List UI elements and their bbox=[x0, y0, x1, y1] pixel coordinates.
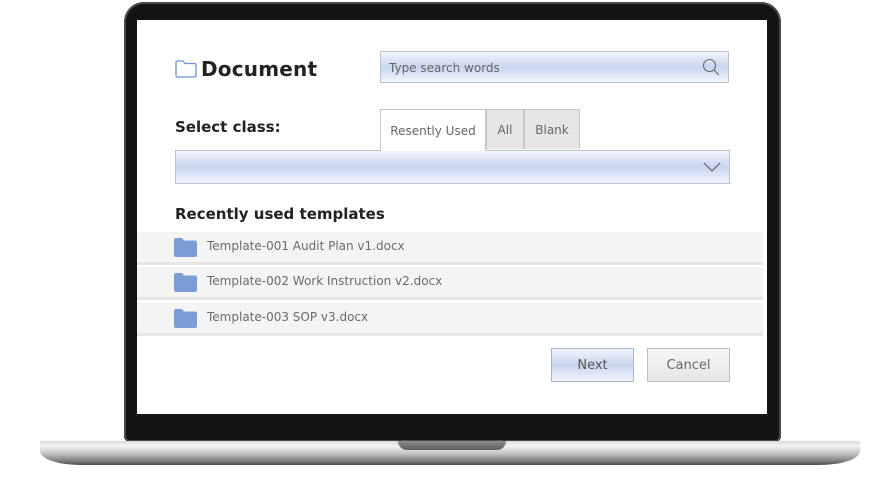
search-input[interactable] bbox=[381, 52, 701, 84]
tab-resently-used[interactable]: Resently Used bbox=[380, 109, 486, 151]
cancel-button[interactable]: Cancel bbox=[647, 348, 730, 382]
template-name: Template-003 SOP v3.docx bbox=[207, 310, 369, 324]
folder-icon bbox=[174, 309, 197, 328]
page-title: Document bbox=[201, 57, 318, 81]
tab-all[interactable]: All bbox=[486, 109, 524, 149]
chevron-down-icon[interactable] bbox=[703, 160, 721, 174]
search-icon[interactable] bbox=[702, 58, 720, 76]
template-list-item[interactable]: Template-002 Work Instruction v2.docx bbox=[137, 267, 763, 300]
template-list-item[interactable]: Template-003 SOP v3.docx bbox=[137, 303, 763, 336]
recent-templates-title: Recently used templates bbox=[175, 205, 385, 223]
laptop-notch bbox=[398, 441, 506, 450]
next-button[interactable]: Next bbox=[551, 348, 634, 382]
select-class-label: Select class: bbox=[175, 118, 281, 136]
folder-outline-icon bbox=[175, 60, 197, 78]
tab-blank[interactable]: Blank bbox=[524, 109, 580, 149]
folder-icon bbox=[174, 238, 197, 257]
folder-icon bbox=[174, 273, 197, 292]
template-list-item[interactable]: Template-001 Audit Plan v1.docx bbox=[137, 232, 763, 265]
template-name: Template-001 Audit Plan v1.docx bbox=[207, 239, 405, 253]
template-name: Template-002 Work Instruction v2.docx bbox=[207, 274, 443, 288]
search-box[interactable] bbox=[380, 51, 729, 84]
class-select-dropdown[interactable] bbox=[175, 150, 730, 184]
laptop-screen: Document Select class: Resently Used All… bbox=[137, 20, 767, 414]
